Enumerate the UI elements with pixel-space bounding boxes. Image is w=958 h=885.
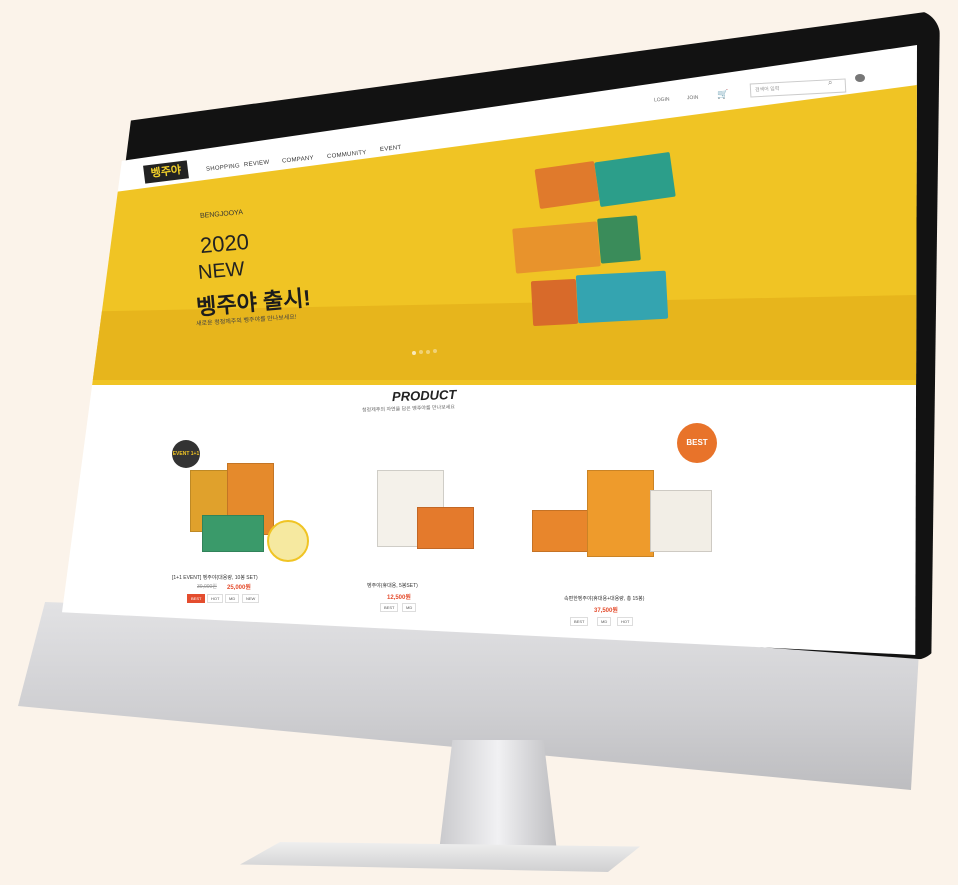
join-link[interactable]: JOIN	[687, 95, 699, 102]
product-image	[587, 470, 654, 557]
monitor-stand	[438, 740, 558, 860]
tag-best: BEST	[570, 617, 589, 626]
tag-hot: HOT	[617, 617, 634, 626]
nav-company[interactable]: COMPANY	[282, 155, 314, 164]
product-name[interactable]: 벵주야(휴대용, 5봉SET)	[367, 582, 418, 589]
product-price: 25,000원	[227, 585, 251, 591]
hero-year: 2020	[198, 228, 250, 259]
search-icon[interactable]: ⌕	[828, 78, 832, 88]
section-subtitle: 청정제주의 자연을 담은 벵주야를 만나보세요	[361, 404, 456, 414]
nav-review[interactable]: REVIEW	[244, 160, 270, 169]
product-image	[532, 510, 589, 552]
product-old-price: 30,000원	[197, 584, 217, 590]
product-image	[417, 507, 474, 549]
hero-product-box-bottom-right	[575, 270, 669, 324]
event-badge: EVENT 1+1	[172, 440, 200, 468]
product-image	[202, 515, 264, 552]
nav-community[interactable]: COMMUNITY	[327, 150, 367, 160]
slider-dot[interactable]	[412, 351, 416, 355]
product-image	[650, 490, 712, 552]
tag-md: MD	[597, 617, 612, 626]
slider-dot[interactable]	[433, 349, 437, 353]
tag-md: MD	[225, 594, 240, 603]
tag-new: NEW	[242, 594, 260, 603]
hero-new: NEW	[197, 258, 246, 284]
product-price: 37,500원	[594, 608, 618, 614]
hero-product-box-top-left	[534, 161, 600, 209]
product-name[interactable]: 속편한벵주야(휴대용+대용량, 총 15봉)	[564, 595, 644, 602]
tag-hot: HOT	[207, 594, 224, 603]
best-badge: BEST	[677, 423, 717, 463]
hero-product-box-bottom-left	[530, 278, 579, 327]
monitor: 벵주야 SHOPPING REVIEW COMPANY COMMUNITY EV…	[0, 0, 958, 885]
monitor-base	[240, 842, 640, 872]
site-logo[interactable]: 벵주야	[143, 160, 189, 184]
section-title: PRODUCT	[391, 386, 457, 405]
tag-best: BEST	[380, 603, 399, 612]
tag-best: BEST	[187, 594, 206, 603]
hero-product-box-middle-right	[597, 215, 641, 264]
hero-product-box-middle-left	[512, 221, 601, 274]
promo-circle	[267, 520, 309, 562]
nav-event[interactable]: EVENT	[380, 145, 402, 153]
slider-dot[interactable]	[426, 350, 430, 354]
product-price: 12,500원	[387, 595, 411, 601]
nav-shopping[interactable]: SHOPPING	[206, 163, 241, 173]
tag-md: MD	[402, 603, 417, 612]
login-link[interactable]: LOGIN	[654, 97, 670, 104]
cart-icon[interactable]: 🛒	[717, 89, 728, 100]
slider-dot[interactable]	[419, 350, 423, 354]
chat-icon[interactable]	[855, 74, 865, 82]
product-name[interactable]: [1+1 EVENT] 벵주야(대용량, 10봉 SET)	[172, 574, 258, 581]
